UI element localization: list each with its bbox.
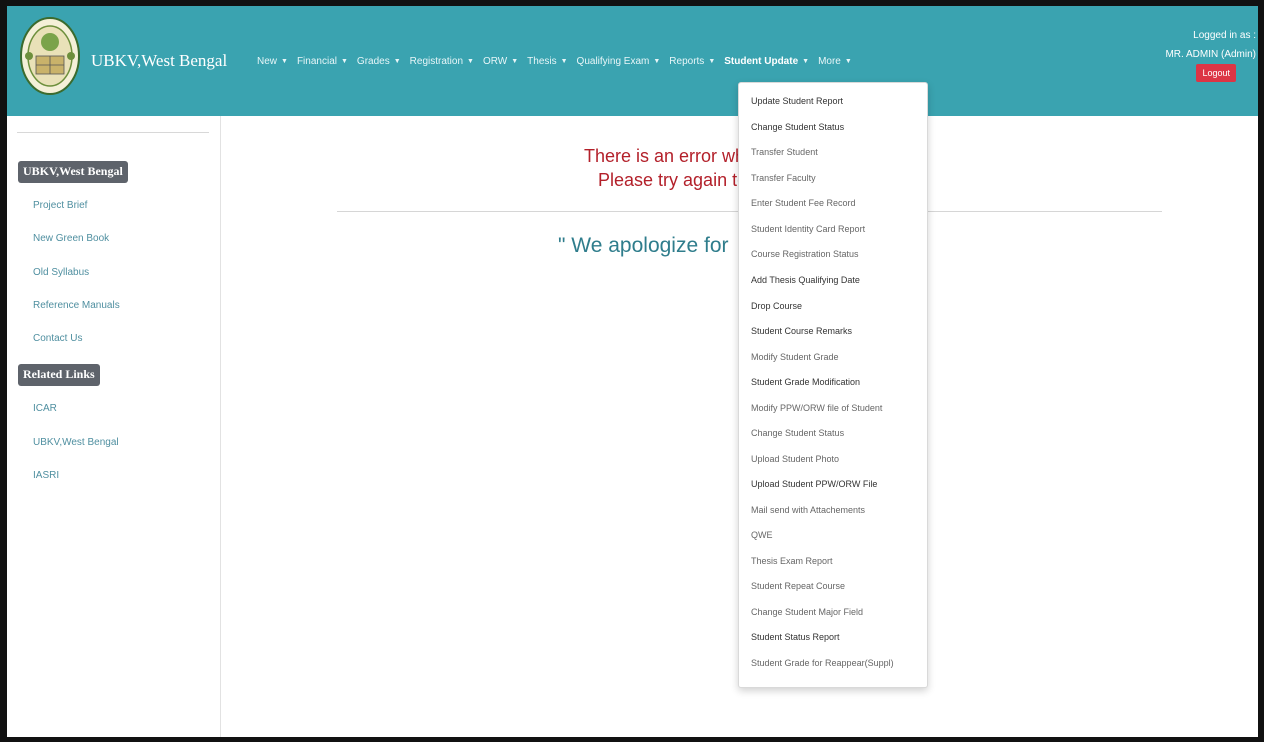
nav-new[interactable]: New ▼ bbox=[257, 56, 295, 67]
app-window: UBKV,West Bengal New ▼ Financial ▼ Grades ▼… bbox=[0, 0, 1264, 742]
menu-item-enter-student-fee-record[interactable]: Enter Student Fee Record bbox=[751, 198, 856, 208]
sidebar: UBKV,West Bengal Project Brief New Green… bbox=[7, 116, 221, 737]
nav-label: More bbox=[818, 56, 841, 67]
sidebar-link-icar[interactable]: ICAR bbox=[33, 403, 57, 414]
nav-qualifying-exam[interactable]: Qualifying Exam ▼ bbox=[577, 56, 668, 67]
menu-item-student-repeat-course[interactable]: Student Repeat Course bbox=[751, 581, 845, 591]
sidebar-section-related-links: Related Links bbox=[18, 364, 100, 386]
error-message-line1: There is an error wh bbox=[584, 146, 746, 166]
sidebar-link-ubkv[interactable]: UBKV,West Bengal bbox=[33, 437, 119, 448]
menu-item-change-student-status-2[interactable]: Change Student Status bbox=[751, 428, 844, 438]
user-info: Logged in as : MR. ADMIN (Admin) Logout bbox=[1146, 30, 1256, 82]
sidebar-link-reference-manuals[interactable]: Reference Manuals bbox=[33, 300, 120, 311]
nav-registration[interactable]: Registration ▼ bbox=[410, 56, 481, 67]
nav-label: Thesis bbox=[527, 56, 557, 67]
sidebar-link-old-syllabus[interactable]: Old Syllabus bbox=[33, 267, 89, 278]
menu-item-modify-ppw-orw-file[interactable]: Modify PPW/ORW file of Student bbox=[751, 403, 882, 413]
nav-reports[interactable]: Reports ▼ bbox=[669, 56, 722, 67]
sidebar-link-iasri[interactable]: IASRI bbox=[33, 470, 59, 481]
main-nav: New ▼ Financial ▼ Grades ▼ Registration ▼ OR… bbox=[257, 56, 861, 67]
menu-item-update-student-report[interactable]: Update Student Report bbox=[751, 96, 843, 106]
sidebar-divider bbox=[17, 132, 209, 133]
sidebar-link-project-brief[interactable]: Project Brief bbox=[33, 200, 87, 211]
nav-grades[interactable]: Grades ▼ bbox=[357, 56, 408, 67]
sidebar-link-contact-us[interactable]: Contact Us bbox=[33, 333, 82, 344]
menu-item-modify-student-grade[interactable]: Modify Student Grade bbox=[751, 352, 839, 362]
nav-financial[interactable]: Financial ▼ bbox=[297, 56, 355, 67]
sidebar-section-ubkv: UBKV,West Bengal bbox=[18, 161, 128, 183]
menu-item-student-grade-modification[interactable]: Student Grade Modification bbox=[751, 377, 860, 387]
menu-item-add-thesis-qualifying-date[interactable]: Add Thesis Qualifying Date bbox=[751, 275, 860, 285]
nav-label: Qualifying Exam bbox=[576, 56, 650, 67]
menu-item-student-identity-card-report[interactable]: Student Identity Card Report bbox=[751, 224, 865, 234]
nav-thesis[interactable]: Thesis ▼ bbox=[527, 56, 574, 67]
menu-item-change-student-major-field[interactable]: Change Student Major Field bbox=[751, 607, 863, 617]
nav-label: Financial bbox=[296, 56, 337, 67]
menu-item-student-course-remarks[interactable]: Student Course Remarks bbox=[751, 326, 852, 336]
nav-label: New bbox=[257, 56, 278, 67]
caret-down-icon: ▼ bbox=[281, 58, 288, 65]
caret-down-icon: ▼ bbox=[393, 58, 401, 65]
menu-item-student-grade-for-reappear[interactable]: Student Grade for Reappear(Suppl) bbox=[751, 658, 894, 668]
brand-name[interactable]: UBKV,West Bengal bbox=[91, 51, 227, 71]
top-header: UBKV,West Bengal New ▼ Financial ▼ Grades ▼… bbox=[7, 6, 1258, 116]
nav-label: Registration bbox=[409, 56, 464, 67]
error-message-line2: Please try again to bbox=[598, 170, 748, 190]
caret-down-icon: ▼ bbox=[560, 58, 568, 65]
nav-label: Reports bbox=[669, 56, 705, 67]
caret-down-icon: ▼ bbox=[802, 58, 810, 65]
caret-down-icon: ▼ bbox=[511, 58, 519, 65]
caret-down-icon: ▼ bbox=[653, 58, 661, 65]
nav-orw[interactable]: ORW ▼ bbox=[483, 56, 525, 67]
menu-item-thesis-exam-report[interactable]: Thesis Exam Report bbox=[751, 556, 833, 566]
apology-message: " We apologize for bbox=[558, 234, 729, 257]
logged-in-label: Logged in as : bbox=[1193, 30, 1256, 41]
caret-down-icon: ▼ bbox=[467, 58, 474, 65]
menu-item-drop-course[interactable]: Drop Course bbox=[751, 301, 802, 311]
nav-more[interactable]: More ▼ bbox=[818, 56, 859, 67]
nav-label: Grades bbox=[356, 56, 390, 67]
menu-item-transfer-student[interactable]: Transfer Student bbox=[751, 147, 818, 157]
caret-down-icon: ▼ bbox=[844, 58, 852, 65]
nav-label: ORW bbox=[482, 56, 508, 67]
student-update-dropdown: Update Student Report Change Student Sta… bbox=[738, 82, 928, 688]
menu-item-course-registration-status[interactable]: Course Registration Status bbox=[751, 249, 859, 259]
sidebar-link-new-green-book[interactable]: New Green Book bbox=[33, 233, 109, 244]
caret-down-icon: ▼ bbox=[340, 58, 348, 65]
user-name: MR. ADMIN (Admin) bbox=[1165, 49, 1256, 60]
menu-item-mail-send-with-attachements[interactable]: Mail send with Attachements bbox=[751, 505, 865, 515]
menu-item-student-status-report[interactable]: Student Status Report bbox=[751, 632, 840, 642]
nav-label: Student Update bbox=[724, 56, 799, 67]
logout-button[interactable]: Logout bbox=[1196, 64, 1236, 82]
menu-item-upload-student-photo[interactable]: Upload Student Photo bbox=[751, 454, 839, 464]
menu-item-qwe[interactable]: QWE bbox=[751, 530, 773, 540]
university-logo[interactable] bbox=[19, 16, 81, 96]
caret-down-icon: ▼ bbox=[708, 58, 716, 65]
menu-item-change-student-status[interactable]: Change Student Status bbox=[751, 122, 844, 132]
menu-item-upload-student-ppw-orw-file[interactable]: Upload Student PPW/ORW File bbox=[751, 479, 877, 489]
menu-item-transfer-faculty[interactable]: Transfer Faculty bbox=[751, 173, 816, 183]
nav-student-update[interactable]: Student Update ▼ bbox=[724, 56, 816, 67]
